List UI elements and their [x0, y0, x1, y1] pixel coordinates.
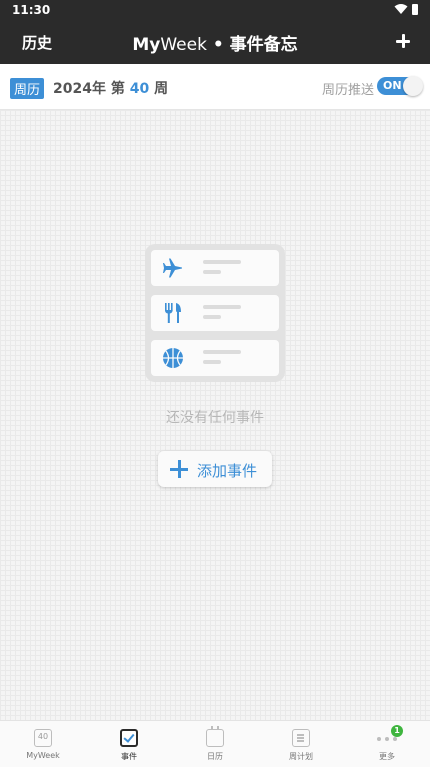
week-suffix: 周 — [149, 81, 169, 97]
calendar-icon — [206, 726, 224, 747]
placeholder-line — [203, 260, 241, 264]
add-icon[interactable] — [390, 28, 416, 54]
toggle-knob — [403, 76, 423, 96]
nav-item-myweek[interactable]: 40 MyWeek — [0, 721, 86, 767]
airplane-icon — [163, 258, 182, 278]
events-content: 还没有任何事件 添加事件 — [0, 110, 430, 720]
utensils-icon — [165, 303, 181, 323]
week-number: 40 — [129, 81, 150, 97]
notification-badge: 1 — [391, 725, 403, 737]
week-badge: 周历 — [10, 78, 45, 99]
status-bar: 11:30 — [0, 0, 430, 20]
nav-item-more[interactable]: 更多 — [344, 721, 430, 767]
illustration-row — [151, 250, 279, 286]
title-suffix: • 事件备忘 — [206, 35, 298, 55]
nav-item-weekly-plan[interactable]: 周计划 — [258, 721, 344, 767]
add-event-label: 添加事件 — [197, 462, 258, 480]
placeholder-line — [203, 315, 221, 319]
battery-icon — [412, 3, 418, 15]
status-icons — [394, 3, 418, 15]
more-dots-icon — [377, 737, 397, 741]
toggle-label: ON — [383, 79, 402, 92]
list-icon — [292, 729, 310, 747]
app-bar: 历史 MyWeek • 事件备忘 — [0, 20, 430, 64]
placeholder-line — [203, 270, 221, 274]
placeholder-line — [203, 360, 221, 364]
placeholder-line — [203, 350, 241, 354]
placeholder-line — [203, 305, 241, 309]
bottom-nav: 40 MyWeek 事件 日历 周计划 更多 1 — [0, 720, 430, 767]
push-toggle[interactable]: ON — [377, 76, 423, 96]
nav-label: 日历 — [207, 752, 223, 761]
push-label: 周历推送 — [321, 83, 374, 98]
calendar-40-icon: 40 — [34, 729, 52, 747]
nav-label: 更多 — [379, 752, 395, 761]
plus-icon — [170, 460, 188, 478]
checkbox-icon — [120, 729, 138, 747]
week-year-text: 2024年 第 — [53, 81, 130, 97]
empty-message: 还没有任何事件 — [166, 410, 264, 426]
brand-week: Week — [160, 35, 207, 55]
wifi-icon — [394, 4, 408, 14]
nav-label: 周计划 — [289, 752, 313, 761]
app-title: MyWeek • 事件备忘 — [0, 30, 430, 55]
illustration-row — [151, 340, 279, 376]
illustration-row — [151, 295, 279, 331]
nav-item-events[interactable]: 事件 — [86, 721, 172, 767]
nav-label: MyWeek — [26, 751, 60, 760]
brand-my: My — [132, 35, 161, 55]
empty-illustration — [145, 244, 285, 382]
add-event-button[interactable]: 添加事件 — [158, 451, 272, 487]
nav-label: 事件 — [121, 752, 137, 761]
status-time: 11:30 — [12, 3, 51, 17]
nav-item-calendar[interactable]: 日历 — [172, 721, 258, 767]
basketball-icon — [163, 348, 183, 368]
week-label: 2024年 第 40 周 — [53, 78, 168, 98]
week-bar: 周历 2024年 第 40 周 周历推送 ON — [0, 64, 430, 110]
